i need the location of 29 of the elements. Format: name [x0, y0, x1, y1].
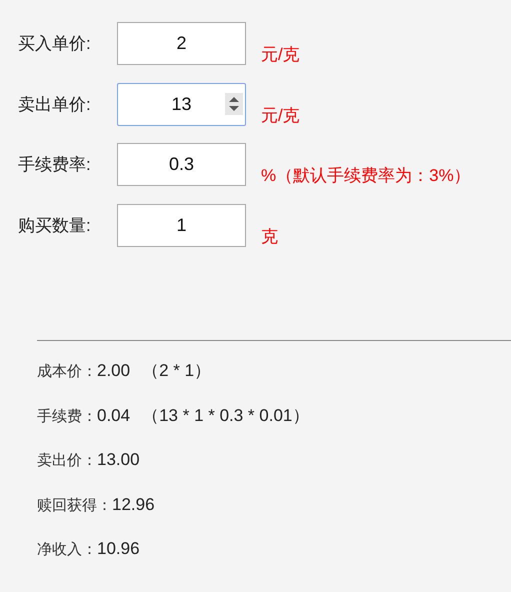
result-label: 净收入： — [37, 540, 97, 560]
field-label: 买入单价: — [18, 33, 92, 55]
result-label: 卖出价： — [37, 451, 97, 471]
result-label: 手续费： — [37, 406, 97, 426]
unit-label: 元/克 — [261, 44, 300, 66]
unit-label: 元/克 — [261, 104, 300, 126]
field-value: 1 — [176, 214, 186, 236]
number-field[interactable]: 13 — [117, 82, 246, 126]
unit-label: 克 — [261, 226, 278, 248]
result-value: 0.04 — [97, 404, 130, 426]
result-formula: （13 * 1 * 0.3 * 0.01） — [142, 404, 310, 426]
number-field[interactable]: 0.3 — [117, 143, 246, 186]
field-label: 手续费率: — [18, 154, 92, 176]
field-value: 2 — [176, 32, 186, 55]
result-value: 10.96 — [97, 538, 140, 560]
number-field[interactable]: 2 — [117, 22, 246, 65]
field-value: 0.3 — [168, 153, 194, 176]
field-label: 卖出单价: — [18, 94, 92, 116]
result-label: 赎回获得： — [37, 496, 112, 516]
result-formula: （2 * 1） — [142, 360, 212, 382]
result-value: 12.96 — [112, 494, 155, 516]
spinner-icon[interactable] — [225, 92, 243, 114]
field-label: 购买数量: — [18, 214, 92, 236]
result-label: 成本价： — [37, 362, 97, 382]
field-value: 13 — [171, 92, 192, 116]
number-field[interactable]: 1 — [117, 204, 246, 246]
result-value: 2.00 — [97, 360, 130, 382]
result-value: 13.00 — [97, 449, 140, 471]
unit-label: %（默认手续费率为：3%） — [261, 165, 471, 187]
